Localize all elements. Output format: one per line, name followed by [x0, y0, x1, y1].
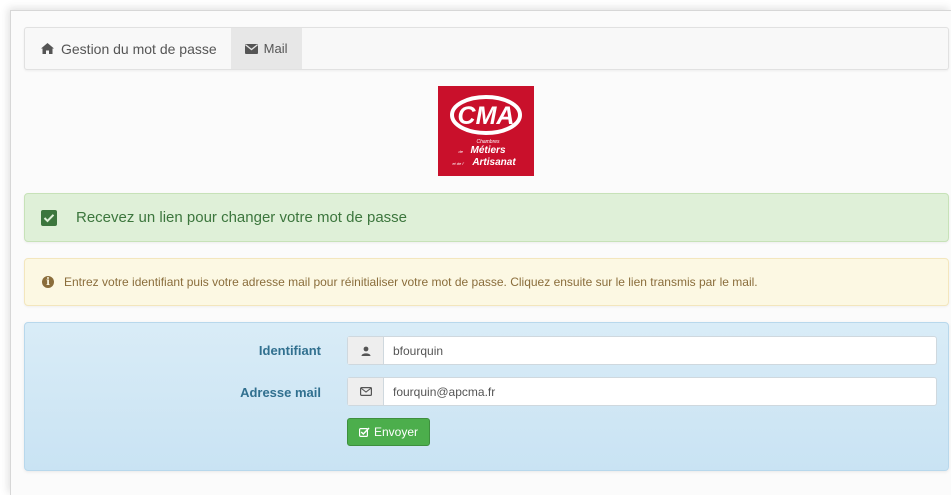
- logo-line3: Artisanat: [471, 157, 516, 168]
- envelope-icon: [244, 43, 258, 54]
- logo-line2: Métiers: [470, 145, 505, 156]
- logo-prefix2: de: [459, 149, 464, 154]
- cma-logo: CMA Chambres de Métiers et de l' Artisan…: [438, 86, 534, 176]
- tab-password-management[interactable]: Gestion du mot de passe: [25, 28, 231, 69]
- check-square-outline-icon: [358, 427, 370, 437]
- tab-mail-label: Mail: [263, 41, 288, 56]
- info-icon: i: [42, 276, 54, 288]
- info-alert: i Entrez votre identifiant puis votre ad…: [24, 258, 949, 306]
- email-input[interactable]: [384, 378, 936, 405]
- logo-brand: CMA: [458, 102, 515, 130]
- success-alert-text: Recevez un lien pour changer votre mot d…: [76, 209, 408, 226]
- reset-form-panel: Identifiant Adresse mail Envoyer: [24, 322, 949, 471]
- send-button-label: Envoyer: [373, 425, 419, 439]
- nav-tabs: Gestion du mot de passe Mail: [24, 27, 949, 70]
- tab-mail[interactable]: Mail: [230, 28, 302, 69]
- tab-password-management-label: Gestion du mot de passe: [61, 40, 217, 57]
- check-square-icon: [41, 209, 57, 226]
- envelope-outline-icon: [348, 378, 384, 405]
- user-icon: [348, 337, 384, 364]
- info-alert-text: Entrez votre identifiant puis votre adre…: [64, 275, 758, 289]
- success-alert: Recevez un lien pour changer votre mot d…: [24, 193, 949, 242]
- send-button[interactable]: Envoyer: [347, 418, 430, 446]
- home-icon: [41, 43, 54, 54]
- logo-prefix3: et de l': [452, 161, 464, 166]
- identifiant-input-group: [347, 336, 937, 365]
- identifiant-input[interactable]: [384, 337, 936, 364]
- email-input-group: [347, 377, 937, 406]
- identifiant-label: Identifiant: [258, 343, 321, 358]
- email-label: Adresse mail: [240, 385, 321, 400]
